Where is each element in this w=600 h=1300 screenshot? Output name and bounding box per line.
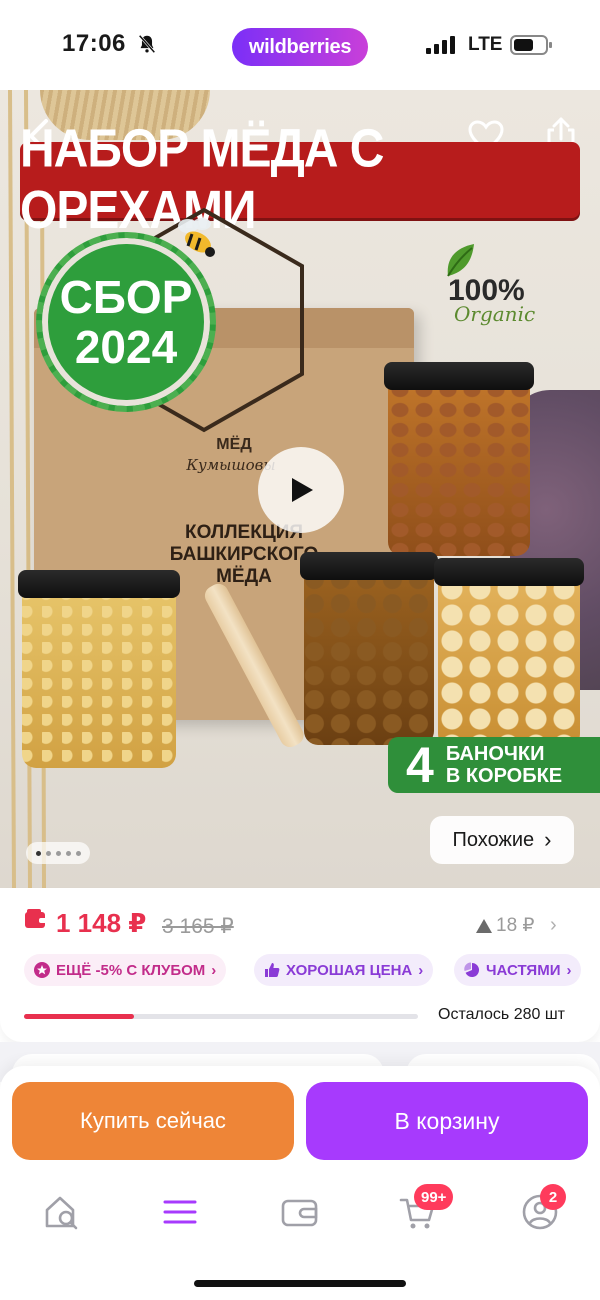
- pager-dot[interactable]: [35, 850, 41, 856]
- jar-pine-nuts: [18, 570, 180, 768]
- jar-lid: [434, 558, 584, 586]
- battery-icon: [510, 35, 552, 55]
- installments-pill[interactable]: ЧАСТЯМИ ›: [454, 954, 582, 986]
- jar-count-text: БАНОЧКИ В КОРОБКЕ: [446, 743, 562, 787]
- network-label: LTE: [468, 34, 503, 55]
- pager-dot[interactable]: [65, 850, 71, 856]
- bee-icon: [178, 218, 215, 257]
- price-chevron-icon[interactable]: ›: [550, 914, 557, 937]
- chevron-right-icon: ›: [544, 827, 552, 852]
- pie-chart-icon: [464, 962, 480, 977]
- status-bar: 17:06 wildberries LTE: [0, 0, 600, 90]
- pager-dot[interactable]: [75, 850, 81, 856]
- box-brand: МЁД: [216, 436, 252, 453]
- bottom-action-bar: Купить сейчас В корзину 99+ 2: [0, 1066, 600, 1300]
- chevron-right-icon: ›: [418, 961, 424, 979]
- wallet-tab-icon[interactable]: [280, 1192, 320, 1232]
- triangle-up-icon: [476, 918, 492, 933]
- jar-almonds: [384, 362, 534, 556]
- jar-count-number: 4: [406, 737, 434, 793]
- jar-lid: [300, 552, 438, 580]
- chevron-right-icon: ›: [211, 961, 217, 979]
- harvest-line2: 2024: [74, 321, 178, 373]
- price-change[interactable]: 18 ₽: [476, 914, 535, 937]
- jar-walnuts: [300, 552, 438, 745]
- stock-remaining-text: Осталось 280 шт: [438, 1006, 565, 1023]
- signal-icon: [426, 36, 455, 54]
- price-change-value: 18 ₽: [496, 915, 535, 936]
- stock-progress-bar: [24, 1014, 418, 1019]
- jar-lid: [18, 570, 180, 598]
- catalog-menu-icon[interactable]: [160, 1192, 200, 1232]
- jar-cashews: [434, 558, 584, 748]
- installments-label: ЧАСТЯМИ: [486, 961, 561, 979]
- price-current: 1 148 ₽: [56, 908, 147, 938]
- similar-button[interactable]: Похожие ›: [430, 816, 574, 864]
- price-old: 3 165 ₽: [162, 915, 234, 938]
- star-circle-icon: [34, 962, 50, 978]
- pager-dot[interactable]: [55, 850, 61, 856]
- home-search-icon[interactable]: [42, 1192, 82, 1232]
- club-discount-label: ЕЩЁ -5% С КЛУБОМ: [56, 961, 206, 979]
- wallet-icon: [25, 909, 47, 928]
- similar-label: Похожие: [452, 828, 535, 851]
- good-price-pill[interactable]: ХОРОШАЯ ЦЕНА ›: [254, 954, 434, 986]
- product-gallery[interactable]: НАБОР МЁДА С ОРЕХАМИ МЁД Кумышовы КОЛЛЕК…: [0, 90, 600, 890]
- play-video-button[interactable]: [258, 447, 344, 533]
- buy-now-button[interactable]: Купить сейчас: [12, 1082, 294, 1160]
- add-to-cart-button[interactable]: В корзину: [306, 1082, 588, 1160]
- stock-progress-fill: [24, 1014, 135, 1019]
- jar-lid: [384, 362, 534, 390]
- profile-badge: 2: [540, 1184, 566, 1210]
- play-icon: [292, 478, 313, 502]
- cart-badge: 99+: [414, 1184, 454, 1210]
- harvest-line1: СБОР: [59, 271, 193, 323]
- club-discount-pill[interactable]: ЕЩЁ -5% С КЛУБОМ ›: [24, 954, 227, 986]
- pager-dot[interactable]: [45, 850, 51, 856]
- home-indicator: [194, 1280, 406, 1287]
- price-card: 1 148 ₽ 3 165 ₽ 18 ₽ › ЕЩЁ -5% С КЛУБОМ …: [0, 888, 600, 1042]
- bell-muted-icon: [138, 34, 156, 54]
- chevron-right-icon: ›: [566, 961, 572, 979]
- organic-word: Organic: [454, 302, 536, 326]
- gallery-pager[interactable]: [26, 842, 90, 864]
- thumbs-up-icon: [265, 963, 280, 977]
- brand-logo: wildberries: [232, 28, 368, 66]
- good-price-label: ХОРОШАЯ ЦЕНА: [286, 961, 413, 979]
- jar-count-text-line1: БАНОЧКИ: [445, 743, 545, 765]
- jar-count-text-line2: В КОРОБКЕ: [445, 765, 563, 787]
- jar-count-badge: 4 БАНОЧКИ В КОРОБКЕ: [388, 737, 600, 793]
- status-time: 17:06: [62, 30, 126, 57]
